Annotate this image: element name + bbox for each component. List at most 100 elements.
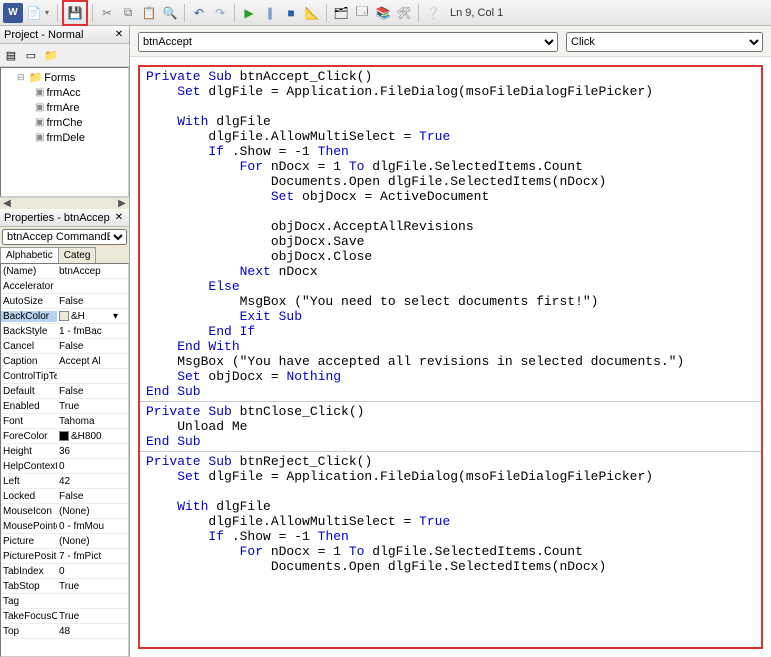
properties-grid[interactable]: (Name)btnAccepAcceleratorAutoSizeFalseBa… (0, 263, 129, 657)
object-combo[interactable]: btnAccept (138, 32, 558, 52)
property-value[interactable]: 42 (57, 476, 118, 487)
property-value[interactable]: (None) (57, 536, 118, 547)
property-value[interactable]: 48 (57, 626, 118, 637)
property-row[interactable]: Tag (1, 594, 128, 609)
word-icon[interactable]: W (3, 3, 23, 23)
help-button[interactable]: ❔ (423, 3, 443, 23)
property-value[interactable]: True (57, 401, 118, 412)
view-object-icon[interactable]: ▭ (22, 46, 40, 64)
redo-button[interactable]: ↷ (210, 3, 230, 23)
property-value[interactable]: 36 (57, 446, 118, 457)
property-value[interactable]: 0 (57, 566, 118, 577)
code-text[interactable]: Private Sub btnClose_Click() Unload Me E… (140, 402, 761, 451)
property-value[interactable]: Tahoma (57, 416, 118, 427)
tree-item[interactable]: ▣frmDele (3, 130, 126, 145)
project-pane-title: Project - Normal ✕ (0, 26, 129, 44)
property-row[interactable]: CaptionAccept Al (1, 354, 128, 369)
property-value[interactable]: False (57, 491, 118, 502)
property-value[interactable]: False (57, 386, 118, 397)
property-row[interactable]: EnabledTrue (1, 399, 128, 414)
line-col-indicator: Ln 9, Col 1 (450, 7, 503, 19)
property-row[interactable]: MouseIcon(None) (1, 504, 128, 519)
property-value[interactable]: True (57, 611, 118, 622)
close-icon[interactable]: ✕ (113, 29, 125, 41)
property-row[interactable]: TakeFocusOnClickTrue (1, 609, 128, 624)
property-row[interactable]: CancelFalse (1, 339, 128, 354)
form-icon: ▣ (35, 87, 44, 98)
run-button[interactable]: ▶ (239, 3, 259, 23)
design-mode-button[interactable]: 📐 (302, 3, 322, 23)
stop-button[interactable]: ■ (281, 3, 301, 23)
code-text[interactable]: Private Sub btnReject_Click() Set dlgFil… (140, 452, 761, 576)
property-row[interactable]: ControlTipText (1, 369, 128, 384)
property-row[interactable]: BackStyle1 - fmBac (1, 324, 128, 339)
property-value[interactable]: &H800 (57, 431, 118, 442)
undo-button[interactable]: ↶ (189, 3, 209, 23)
property-value[interactable]: 7 - fmPict (57, 551, 118, 562)
procedure-combo[interactable]: Click (566, 32, 763, 52)
property-value[interactable]: &H ▾ (57, 311, 118, 322)
tab-alphabetic[interactable]: Alphabetic (0, 247, 59, 263)
scroll-left-icon[interactable]: ◀ (0, 198, 14, 209)
property-row[interactable]: Top48 (1, 624, 128, 639)
property-row[interactable]: Picture(None) (1, 534, 128, 549)
property-row[interactable]: BackColor&H ▾ (1, 309, 128, 324)
property-value[interactable]: 1 - fmBac (57, 326, 118, 337)
view-code-button[interactable]: 📄 (24, 3, 44, 23)
property-row[interactable]: TabIndex0 (1, 564, 128, 579)
property-value[interactable]: Accept Al (57, 356, 118, 367)
property-row[interactable]: (Name)btnAccep (1, 264, 128, 279)
object-selector[interactable]: btnAccep CommandButton (2, 229, 127, 245)
paste-button[interactable]: 📋 (139, 3, 159, 23)
property-row[interactable]: PicturePosition7 - fmPict (1, 549, 128, 564)
tree-item[interactable]: ▣frmChe (3, 115, 126, 130)
property-row[interactable]: MousePointer0 - fmMou (1, 519, 128, 534)
property-row[interactable]: TabStopTrue (1, 579, 128, 594)
project-tree[interactable]: 📁 Forms ▣frmAcc ▣frmAre ▣frmChe ▣frmDele (0, 67, 129, 197)
property-row[interactable]: LockedFalse (1, 489, 128, 504)
copy-button[interactable]: ⧉ (118, 3, 138, 23)
pause-button[interactable]: ∥ (260, 3, 280, 23)
toolbox-button[interactable]: 🛠 (394, 3, 414, 23)
property-name: Locked (1, 491, 57, 502)
property-row[interactable]: FontTahoma (1, 414, 128, 429)
find-button[interactable]: 🔍 (160, 3, 180, 23)
property-value[interactable]: btnAccep (57, 266, 118, 277)
property-row[interactable]: HelpContextID0 (1, 459, 128, 474)
code-text[interactable]: Private Sub btnAccept_Click() Set dlgFil… (140, 67, 761, 401)
chevron-down-icon[interactable]: ▾ (113, 311, 118, 322)
form-icon: ▣ (35, 117, 44, 128)
tree-item[interactable]: ▣frmAcc (3, 85, 126, 100)
property-row[interactable]: DefaultFalse (1, 384, 128, 399)
folder-icon[interactable]: 📁 (42, 46, 60, 64)
tree-item[interactable]: ▣frmAre (3, 100, 126, 115)
view-dropdown-icon[interactable]: ▾ (45, 8, 53, 17)
property-row[interactable]: Accelerator (1, 279, 128, 294)
property-name: Default (1, 386, 57, 397)
property-row[interactable]: Left42 (1, 474, 128, 489)
tree-scrollbar[interactable]: ◀ ▶ (0, 197, 129, 209)
cut-button[interactable]: ✂ (97, 3, 117, 23)
property-row[interactable]: AutoSizeFalse (1, 294, 128, 309)
property-value[interactable]: True (57, 581, 118, 592)
properties-button[interactable]: 🗔 (352, 3, 372, 23)
property-row[interactable]: Height36 (1, 444, 128, 459)
property-name: MousePointer (1, 521, 57, 532)
property-value[interactable]: 0 - fmMou (57, 521, 118, 532)
code-editor[interactable]: Private Sub btnAccept_Click() Set dlgFil… (138, 65, 763, 649)
property-value[interactable]: (None) (57, 506, 118, 517)
property-value[interactable]: False (57, 296, 118, 307)
save-button[interactable]: 💾 (65, 3, 85, 23)
view-code-icon[interactable]: ▤ (2, 46, 20, 64)
tab-categorized[interactable]: Categ (58, 247, 97, 263)
property-value[interactable]: 0 (57, 461, 118, 472)
project-explorer-button[interactable]: 🗂 (331, 3, 351, 23)
close-icon[interactable]: ✕ (113, 212, 125, 224)
object-browser-button[interactable]: 📚 (373, 3, 393, 23)
property-value[interactable]: False (57, 341, 118, 352)
property-row[interactable]: ForeColor&H800 (1, 429, 128, 444)
scroll-right-icon[interactable]: ▶ (115, 198, 129, 209)
property-name: Cancel (1, 341, 57, 352)
tree-forms-folder[interactable]: 📁 Forms (3, 70, 126, 85)
toolbar-separator (234, 4, 235, 22)
